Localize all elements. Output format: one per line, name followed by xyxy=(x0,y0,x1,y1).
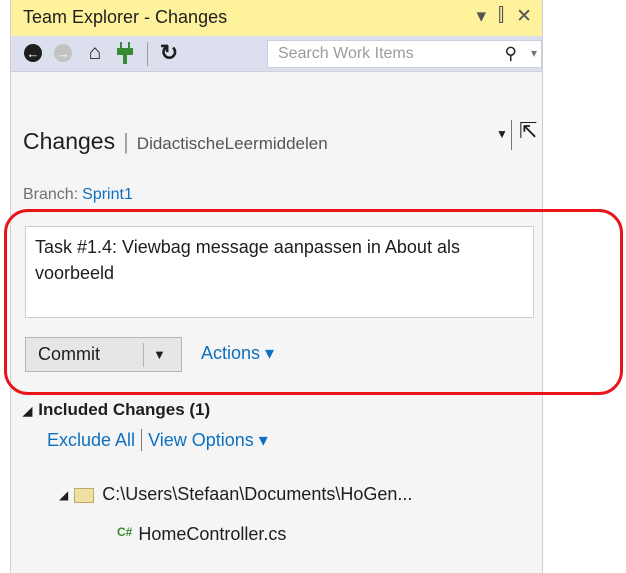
plug-icon xyxy=(117,42,133,64)
home-button[interactable]: ⌂ xyxy=(83,40,107,66)
branch-link[interactable]: Sprint1 xyxy=(82,186,133,203)
commit-button[interactable]: Commit ▼ xyxy=(25,337,182,372)
forward-button[interactable]: → xyxy=(51,40,75,66)
title-bar: Team Explorer - Changes ▾ ⫿ ✕ xyxy=(11,0,542,36)
header-separator: | xyxy=(123,129,129,154)
search-work-items-input[interactable]: Search Work Items ⚲ ▾ xyxy=(267,40,542,68)
search-dropdown-icon[interactable]: ▾ xyxy=(531,46,537,60)
connect-button[interactable] xyxy=(113,40,137,66)
collapse-triangle-icon[interactable]: ◢ xyxy=(23,404,32,418)
back-button[interactable]: ← xyxy=(21,40,45,66)
project-name: DidactischeLeermiddelen xyxy=(136,134,328,153)
folder-path: C:\Users\Stefaan\Documents\HoGen... xyxy=(102,484,413,504)
included-changes-header[interactable]: ◢ Included Changes (1) xyxy=(23,400,210,420)
title-bar-buttons: ▾ ⫿ ✕ xyxy=(476,5,532,28)
window-title: Team Explorer - Changes xyxy=(23,7,228,27)
refresh-icon: ↻ xyxy=(159,40,179,65)
tree-file-row[interactable]: C# HomeController.cs xyxy=(117,524,286,545)
view-options-link[interactable]: View Options ▾ xyxy=(148,430,268,451)
back-arrow-icon: ← xyxy=(24,44,42,62)
navigation-bar: ← → ⌂ ↻ Search Work Items ⚲ ▾ xyxy=(11,36,542,72)
branch-label: Branch: xyxy=(23,186,79,203)
page-dropdown-icon[interactable]: ▼ xyxy=(496,127,508,141)
folder-icon xyxy=(74,488,95,503)
search-icon[interactable]: ⚲ xyxy=(505,44,517,64)
close-icon[interactable]: ✕ xyxy=(516,5,532,28)
dropdown-icon[interactable]: ▾ xyxy=(476,5,486,28)
home-icon: ⌂ xyxy=(88,41,102,64)
forward-arrow-icon: → xyxy=(54,44,72,62)
expand-triangle-icon[interactable]: ◢ xyxy=(59,488,68,502)
tree-folder-row[interactable]: ◢ C:\Users\Stefaan\Documents\HoGen... xyxy=(59,484,412,505)
toolbar-separator xyxy=(147,42,148,66)
page-header: Changes | DidactischeLeermiddelen xyxy=(23,128,328,155)
exclude-all-link[interactable]: Exclude All xyxy=(47,430,135,451)
team-explorer-panel: Team Explorer - Changes ▾ ⫿ ✕ ← → ⌂ ↻ Se… xyxy=(10,0,543,573)
commit-message-input[interactable]: Task #1.4: Viewbag message aanpassen in … xyxy=(25,226,534,318)
branch-row: Branch: Sprint1 xyxy=(23,186,133,204)
csharp-file-icon: C# xyxy=(117,524,133,539)
included-changes-title: Included Changes (1) xyxy=(38,400,211,419)
link-separator xyxy=(141,429,143,451)
header-divider xyxy=(511,120,512,150)
search-placeholder: Search Work Items xyxy=(278,45,414,62)
commit-button-label: Commit xyxy=(38,344,100,364)
commit-dropdown-icon[interactable]: ▼ xyxy=(153,347,166,362)
pin-icon[interactable]: ⫿ xyxy=(498,5,504,28)
actions-link[interactable]: Actions ▾ xyxy=(201,343,274,364)
refresh-button[interactable]: ↻ xyxy=(157,40,181,66)
file-name: HomeController.cs xyxy=(138,524,287,544)
undock-icon[interactable]: ⇱ xyxy=(519,118,537,144)
page-title: Changes xyxy=(23,128,116,154)
included-changes-links: Exclude All View Options ▾ xyxy=(47,429,268,451)
commit-button-divider xyxy=(143,343,144,367)
